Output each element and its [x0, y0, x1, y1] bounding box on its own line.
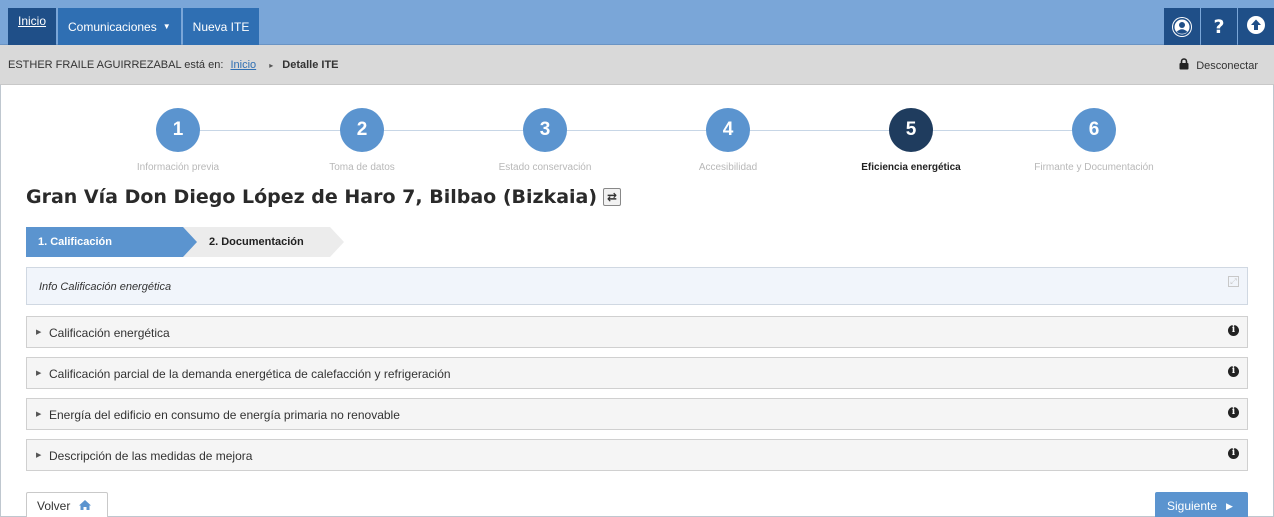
step-number: 6 [1072, 108, 1116, 152]
step-3[interactable]: 3 Estado conservación [470, 108, 620, 173]
accordion-label: Calificación parcial de la demanda energ… [49, 367, 451, 381]
play-icon: ▶ [1226, 500, 1233, 511]
accordion-label: Calificación energética [49, 326, 170, 340]
step-2[interactable]: 2 Toma de datos [287, 108, 437, 173]
nav-home-link[interactable]: Inicio [8, 8, 57, 45]
step-6[interactable]: 6 Firmante y Documentación [1019, 108, 1169, 173]
step-number: 2 [340, 108, 384, 152]
accordion-label: Energía del edificio en consumo de energ… [49, 408, 400, 422]
accordion-partial-demand[interactable]: ▶ Calificación parcial de la demanda ene… [26, 357, 1248, 389]
caret-right-icon: ▶ [36, 452, 42, 459]
step-label: Estado conservación [498, 162, 592, 173]
page-title: Gran Vía Don Diego López de Haro 7, Bilb… [26, 186, 622, 208]
info-icon[interactable]: i [1228, 448, 1239, 459]
step-1[interactable]: 1 Información previa [103, 108, 253, 173]
step-5[interactable]: 5 Eficiencia energética [836, 108, 986, 173]
progress-stepper: 1 Información previa 2 Toma de datos 3 E… [130, 108, 1170, 178]
upload-button[interactable] [1238, 8, 1274, 45]
utility-icons: ? [1163, 8, 1274, 45]
info-icon[interactable]: i [1228, 407, 1239, 418]
info-panel: Info Calificación energética ⤢ [26, 267, 1248, 305]
accordion-energy-rating[interactable]: ▶ Calificación energética i [26, 316, 1248, 348]
step-number: 5 [889, 108, 933, 152]
subtab-energy-rating[interactable]: 1. Calificación energética [26, 227, 197, 278]
step-number: 3 [523, 108, 567, 152]
home-icon [78, 499, 92, 514]
breadcrumb-home-link[interactable]: Inicio [230, 59, 256, 71]
caret-right-icon: ▶ [36, 329, 42, 336]
sub-steps: 1. Calificación energética 2. Documentac… [26, 227, 344, 278]
expand-icon[interactable]: ⤢ [1228, 276, 1239, 287]
lock-icon [1179, 58, 1189, 73]
logout-link[interactable]: Desconectar [1179, 58, 1258, 73]
swap-icon[interactable]: ⇄ [603, 188, 622, 206]
step-number: 4 [706, 108, 750, 152]
step-4[interactable]: 4 Accesibilidad [653, 108, 803, 173]
info-icon[interactable]: i [1228, 366, 1239, 377]
chevron-right-icon: ▸ [269, 61, 274, 70]
accordion-primary-energy[interactable]: ▶ Energía del edificio en consumo de ene… [26, 398, 1248, 430]
step-label: Accesibilidad [698, 162, 758, 173]
breadcrumb-bar: ESTHER FRAILE AGUIRREZABAL está en: Inic… [0, 45, 1274, 85]
step-label: Información previa [136, 162, 220, 173]
back-button-label: Volver [37, 499, 71, 513]
help-button[interactable]: ? [1201, 8, 1237, 45]
main-menu: Inicio Comunicaciones ▼ Nueva ITE [8, 8, 261, 45]
user-icon [1172, 16, 1192, 37]
next-button-label: Siguiente [1167, 499, 1218, 513]
nav-communications-dropdown[interactable]: Comunicaciones ▼ [58, 8, 181, 45]
back-button[interactable]: Volver [26, 492, 108, 517]
caret-right-icon: ▶ [36, 370, 42, 377]
accordion-label: Descripción de las medidas de mejora [49, 449, 253, 463]
subtab-documentation[interactable]: 2. Documentación [183, 227, 344, 257]
step-label: Toma de datos [329, 162, 395, 173]
nav-communications-label: Comunicaciones [68, 19, 157, 34]
upload-icon [1246, 15, 1266, 38]
help-icon: ? [1213, 15, 1225, 38]
top-navbar: Inicio Comunicaciones ▼ Nueva ITE ? [0, 0, 1274, 45]
info-text: Info Calificación energética [39, 281, 172, 293]
next-button[interactable]: Siguiente ▶ [1155, 492, 1248, 517]
step-number: 1 [156, 108, 200, 152]
step-label: Firmante y Documentación [1034, 162, 1154, 173]
info-icon[interactable]: i [1228, 325, 1239, 336]
caret-right-icon: ▶ [36, 411, 42, 418]
address-title: Gran Vía Don Diego López de Haro 7, Bilb… [26, 186, 598, 208]
breadcrumb-current: Detalle ITE [282, 59, 339, 71]
caret-down-icon: ▼ [162, 22, 171, 31]
user-location-prefix: ESTHER FRAILE AGUIRREZABAL está en: [8, 59, 224, 71]
accordion-improvement-measures[interactable]: ▶ Descripción de las medidas de mejora i [26, 439, 1248, 471]
logout-label: Desconectar [1196, 59, 1258, 72]
user-button[interactable] [1164, 8, 1200, 45]
step-label: Eficiencia energética [861, 162, 961, 173]
breadcrumb: ESTHER FRAILE AGUIRREZABAL está en: Inic… [8, 59, 339, 71]
nav-new-ite-link[interactable]: Nueva ITE [182, 8, 260, 45]
